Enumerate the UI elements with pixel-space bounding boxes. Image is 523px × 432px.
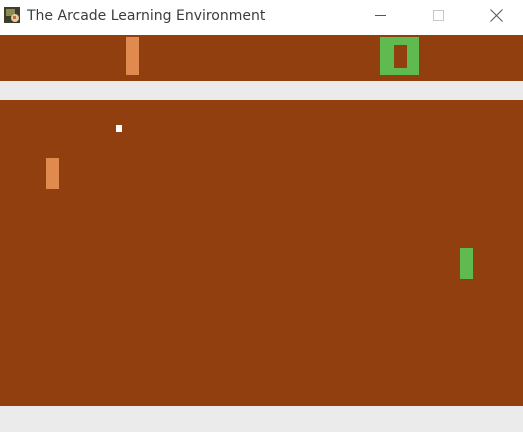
ball [116, 125, 122, 132]
bottom-wall [0, 406, 523, 432]
maximize-button[interactable] [415, 0, 461, 32]
right-player-score [380, 37, 419, 75]
left-player-score [126, 37, 139, 75]
window-title: The Arcade Learning Environment [27, 8, 266, 24]
left-paddle [46, 158, 59, 189]
app-window: The Arcade Learning Environment [0, 0, 523, 432]
right-paddle [460, 248, 473, 279]
game-screen [0, 35, 523, 432]
top-wall [0, 81, 523, 100]
ale-app-icon [4, 7, 20, 23]
title-bar[interactable]: The Arcade Learning Environment [0, 0, 523, 35]
minimize-button[interactable] [357, 0, 403, 32]
close-icon [490, 9, 503, 22]
close-button[interactable] [473, 0, 519, 32]
right-score-digit-hole [394, 45, 407, 68]
